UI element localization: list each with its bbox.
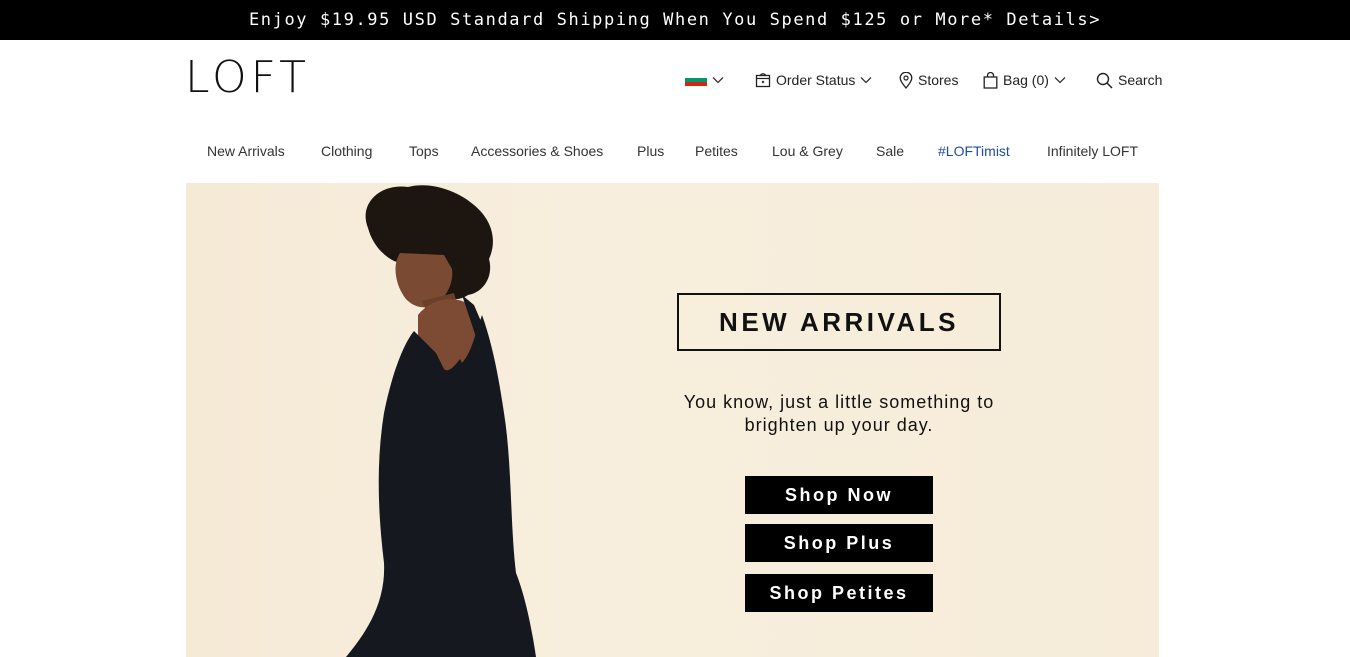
shop-plus-button[interactable]: Shop Plus (745, 524, 933, 562)
promo-banner[interactable]: Enjoy $19.95 USD Standard Shipping When … (0, 0, 1350, 40)
search-button[interactable]: Search (1096, 70, 1162, 90)
hero-banner[interactable]: NEW ARRIVALS You know, just a little som… (186, 183, 1159, 657)
order-box-icon (755, 73, 771, 88)
nav-infinitely-loft[interactable]: Infinitely LOFT (1047, 143, 1138, 159)
promo-text[interactable]: Enjoy $19.95 USD Standard Shipping When … (249, 10, 1101, 30)
model-photo (346, 185, 536, 657)
nav-loftimist[interactable]: #LOFTimist (938, 143, 1010, 159)
bag-link[interactable]: Bag (0) (983, 70, 1066, 90)
bag-label: Bag (0) (1003, 72, 1049, 88)
nav-sale[interactable]: Sale (876, 143, 904, 159)
main-navigation: New Arrivals Clothing Tops Accessories &… (0, 143, 1350, 163)
shopping-bag-icon (983, 71, 998, 89)
hero-subtitle: You know, just a little something to bri… (677, 391, 1001, 437)
hero-subtitle-line-1: You know, just a little something to (683, 392, 995, 412)
nav-new-arrivals[interactable]: New Arrivals (207, 143, 285, 159)
search-icon (1096, 72, 1113, 89)
shop-petites-button[interactable]: Shop Petites (745, 574, 933, 612)
shop-now-button[interactable]: Shop Now (745, 476, 933, 514)
stores-link[interactable]: Stores (899, 70, 958, 90)
map-pin-icon (899, 71, 913, 89)
bulgaria-flag-icon (685, 73, 707, 87)
chevron-down-icon (1054, 77, 1066, 84)
nav-tops[interactable]: Tops (409, 143, 439, 159)
country-selector[interactable] (685, 70, 724, 90)
nav-accessories-shoes[interactable]: Accessories & Shoes (471, 143, 603, 159)
nav-clothing[interactable]: Clothing (321, 143, 372, 159)
chevron-down-icon (860, 77, 872, 84)
stores-label: Stores (918, 72, 959, 88)
nav-lou-grey[interactable]: Lou & Grey (772, 143, 843, 159)
search-label: Search (1118, 72, 1163, 88)
chevron-down-icon (712, 77, 724, 84)
loft-logo[interactable]: LOFT (185, 56, 310, 100)
nav-petites[interactable]: Petites (695, 143, 738, 159)
hero-title: NEW ARRIVALS (677, 293, 1001, 351)
order-status-link[interactable]: Order Status (755, 70, 872, 90)
hero-subtitle-line-2: brighten up your day. (744, 415, 934, 435)
order-status-label: Order Status (776, 72, 856, 88)
nav-plus[interactable]: Plus (637, 143, 664, 159)
